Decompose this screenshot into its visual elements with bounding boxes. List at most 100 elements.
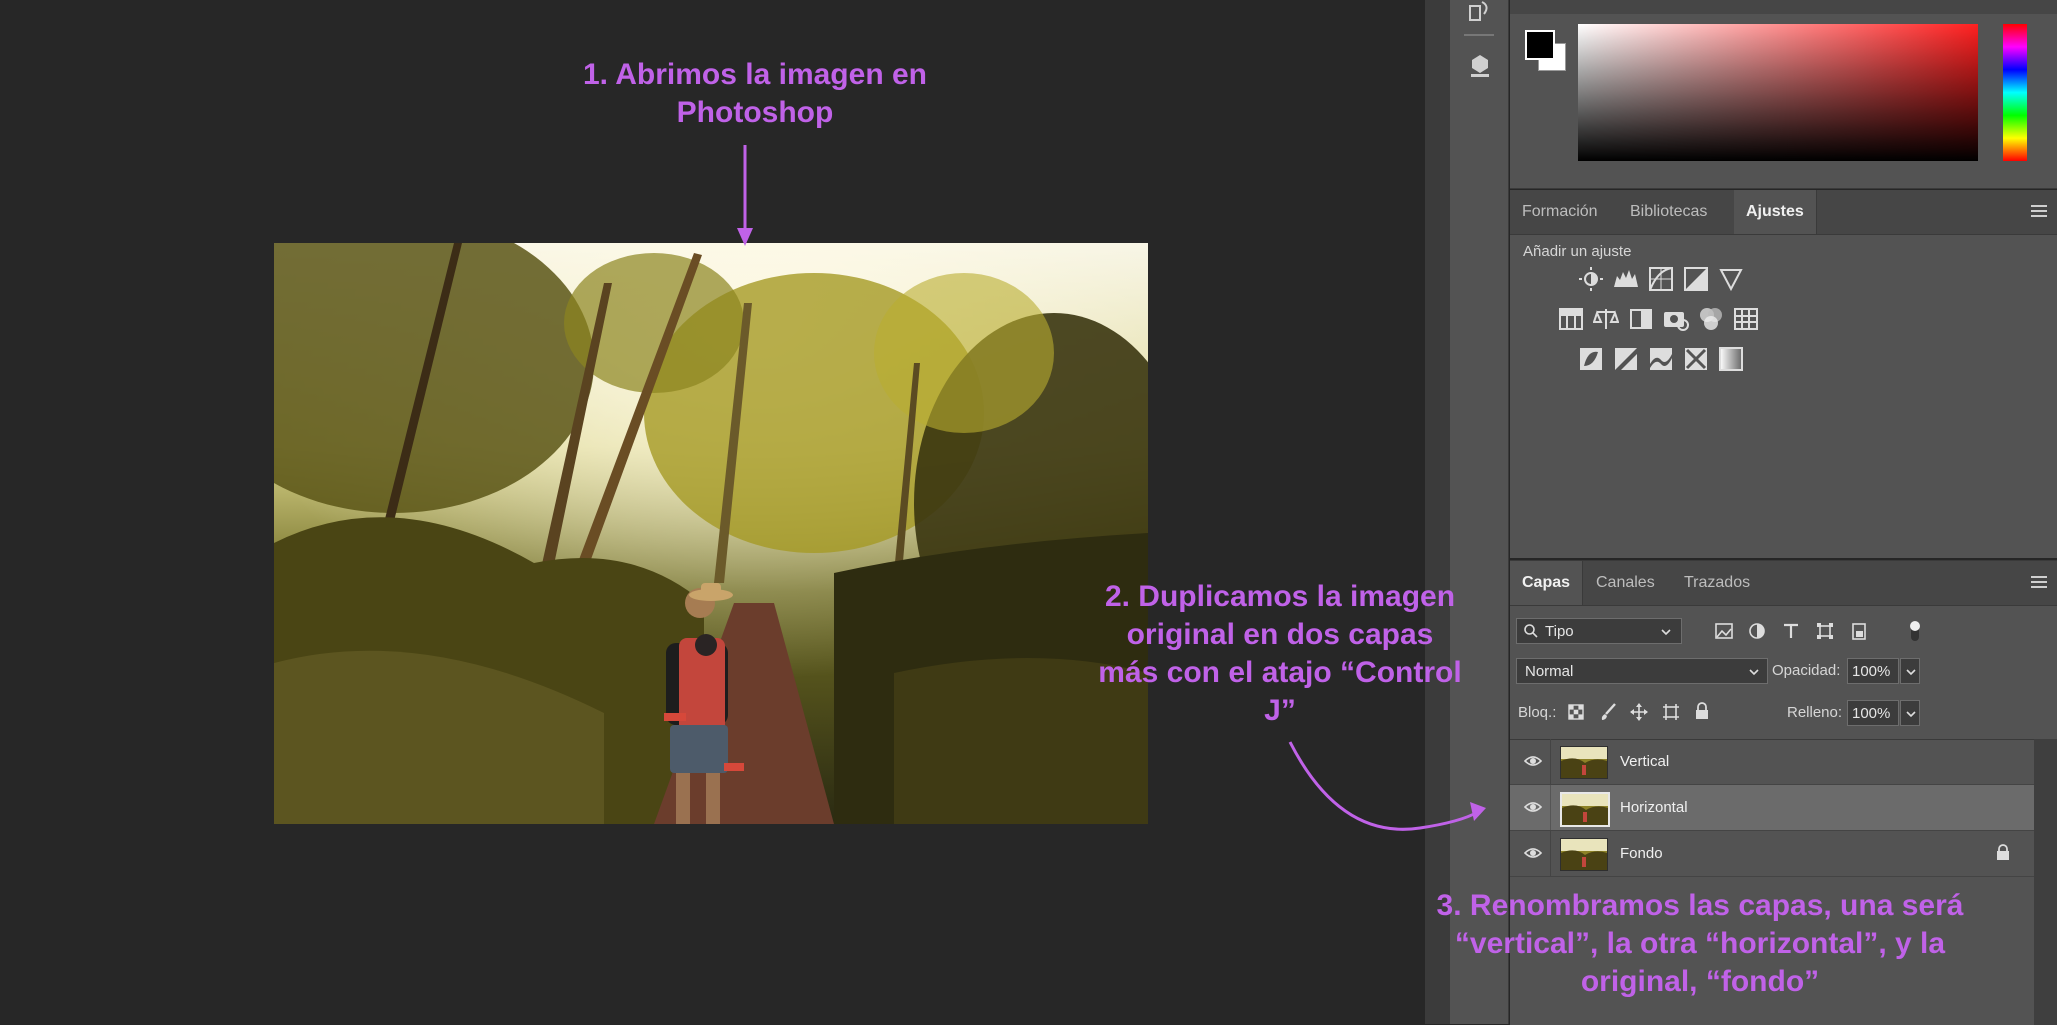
gradient-map-icon[interactable] bbox=[1718, 346, 1744, 372]
lock-all-icon[interactable] bbox=[1694, 702, 1710, 720]
adjustments-tabbar: Formación Bibliotecas Ajustes bbox=[1510, 190, 2057, 235]
layer-row-horizontal[interactable]: Horizontal bbox=[1510, 785, 2034, 831]
black-white-icon[interactable] bbox=[1628, 306, 1654, 332]
brightness-icon[interactable] bbox=[1578, 266, 1604, 292]
history-icon[interactable] bbox=[1468, 0, 1492, 22]
vibrance-icon[interactable] bbox=[1718, 266, 1744, 292]
posterize-icon[interactable] bbox=[1613, 346, 1639, 372]
hue-slider[interactable] bbox=[2003, 24, 2027, 161]
opacity-label: Opacidad: bbox=[1772, 662, 1841, 679]
opacity-dropdown[interactable] bbox=[1900, 658, 1920, 684]
layer-thumbnail bbox=[1560, 746, 1608, 779]
lock-brush-icon[interactable] bbox=[1600, 703, 1618, 721]
levels-icon[interactable] bbox=[1613, 266, 1639, 292]
annotation-step-3-line-2: “vertical”, la otra “horizontal”, y la bbox=[1454, 927, 1946, 960]
type-layer-filter-icon[interactable] bbox=[1782, 622, 1800, 640]
layers-scrollbar[interactable] bbox=[2034, 739, 2057, 1025]
divider bbox=[1550, 785, 1551, 830]
chevron-down-icon bbox=[1906, 669, 1916, 676]
color-balance-icon[interactable] bbox=[1593, 306, 1619, 332]
annotation-step-3: 3. Renombramos las capas, una será “vert… bbox=[1390, 887, 2010, 1001]
annotation-step-2-line-1: 2. Duplicamos la imagen bbox=[1104, 580, 1456, 613]
search-icon bbox=[1524, 624, 1538, 638]
color-lookup-icon[interactable] bbox=[1733, 306, 1759, 332]
layer-thumbnail bbox=[1560, 792, 1610, 827]
color-panel bbox=[1510, 0, 2057, 189]
document-canvas bbox=[0, 0, 1425, 1024]
selective-color-icon[interactable] bbox=[1683, 346, 1709, 372]
panel-menu-icon[interactable] bbox=[2031, 204, 2047, 218]
opacity-input[interactable]: 100% bbox=[1847, 658, 1899, 684]
layer-name-vertical[interactable]: Vertical bbox=[1620, 753, 1669, 770]
blend-mode-value: Normal bbox=[1525, 663, 1574, 680]
lock-label: Bloq.: bbox=[1518, 704, 1557, 721]
layer-name-fondo[interactable]: Fondo bbox=[1620, 845, 1663, 862]
lock-artboard-icon[interactable] bbox=[1662, 703, 1680, 721]
tab-bibliotecas[interactable]: Bibliotecas bbox=[1618, 190, 1719, 234]
fill-value: 100% bbox=[1852, 705, 1891, 722]
thumbnail-image bbox=[1561, 839, 1607, 870]
layer-name-horizontal[interactable]: Horizontal bbox=[1620, 799, 1688, 816]
annotation-step-1-line-1: 1. Abrimos la imagen en bbox=[583, 58, 927, 91]
forest-photo bbox=[274, 243, 1148, 824]
layers-tabbar: Capas Canales Trazados bbox=[1510, 561, 2057, 606]
tab-trazados[interactable]: Trazados bbox=[1672, 561, 1762, 605]
blend-mode-select[interactable]: Normal bbox=[1516, 658, 1768, 684]
channel-mixer-icon[interactable] bbox=[1698, 306, 1724, 332]
layers-menu-icon[interactable] bbox=[2031, 575, 2047, 589]
adjustment-layer-filter-icon[interactable] bbox=[1748, 622, 1766, 640]
lock-icon bbox=[1997, 844, 2009, 860]
annotation-step-1-line-2: Photoshop bbox=[676, 96, 834, 129]
layer-row-fondo[interactable]: Fondo bbox=[1510, 831, 2034, 877]
thumbnail-image bbox=[1561, 747, 1607, 778]
lock-transparency-icon[interactable] bbox=[1568, 704, 1584, 720]
adjustments-panel: Formación Bibliotecas Ajustes Añadir un … bbox=[1510, 190, 2057, 558]
panel-dock bbox=[1450, 0, 1509, 1024]
photo-filter-icon[interactable] bbox=[1663, 306, 1689, 332]
color-panel-tabbar bbox=[1510, 0, 2057, 14]
eye-icon[interactable] bbox=[1524, 752, 1542, 770]
smart-object-filter-icon[interactable] bbox=[1850, 622, 1868, 640]
foreground-color-swatch[interactable] bbox=[1525, 30, 1555, 60]
annotation-step-2-line-4: J” bbox=[1264, 694, 1296, 727]
divider bbox=[1550, 831, 1551, 876]
annotation-step-3-line-1: 3. Renombramos las capas, una será bbox=[1436, 889, 1964, 922]
filter-label: Tipo bbox=[1545, 623, 1574, 640]
color-picker-field[interactable] bbox=[1578, 24, 1978, 161]
divider bbox=[1550, 739, 1551, 784]
opacity-value: 100% bbox=[1852, 663, 1891, 680]
add-adjustment-heading: Añadir un ajuste bbox=[1523, 243, 1632, 260]
tab-canales[interactable]: Canales bbox=[1584, 561, 1667, 605]
chevron-down-icon bbox=[1749, 669, 1759, 676]
thumbnail-image bbox=[1562, 794, 1608, 825]
fill-input[interactable]: 100% bbox=[1847, 700, 1899, 726]
curves-icon[interactable] bbox=[1648, 266, 1674, 292]
forest-photo-graphic bbox=[274, 243, 1148, 824]
fill-dropdown[interactable] bbox=[1900, 700, 1920, 726]
threshold-icon[interactable] bbox=[1648, 346, 1674, 372]
toolbar-edge bbox=[1425, 0, 1450, 1024]
lock-move-icon[interactable] bbox=[1630, 703, 1648, 721]
filter-toggle-switch[interactable] bbox=[1908, 619, 1922, 643]
tab-capas[interactable]: Capas bbox=[1510, 561, 1584, 605]
3d-cube-icon[interactable] bbox=[1468, 52, 1492, 80]
exposure-icon[interactable] bbox=[1683, 266, 1709, 292]
chevron-down-icon bbox=[1661, 629, 1671, 636]
annotation-step-2-line-2: original en dos capas bbox=[1126, 618, 1434, 651]
layer-filter-select[interactable]: Tipo bbox=[1516, 618, 1682, 644]
annotation-step-3-line-3: original, “fondo” bbox=[1580, 965, 1820, 998]
annotation-step-2-line-3: más con el atajo “Control bbox=[1098, 656, 1462, 689]
dock-divider bbox=[1464, 34, 1494, 36]
hue-saturation-icon[interactable] bbox=[1558, 306, 1584, 332]
fill-label: Relleno: bbox=[1787, 704, 1843, 721]
shape-layer-filter-icon[interactable] bbox=[1816, 622, 1834, 640]
annotation-step-1: 1. Abrimos la imagen en Photoshop bbox=[500, 56, 1010, 132]
layer-thumbnail bbox=[1560, 838, 1608, 871]
tab-formacion[interactable]: Formación bbox=[1510, 190, 1610, 234]
tab-ajustes[interactable]: Ajustes bbox=[1734, 190, 1817, 234]
pixel-layer-filter-icon[interactable] bbox=[1714, 622, 1734, 640]
layer-row-vertical[interactable]: Vertical bbox=[1510, 739, 2034, 785]
eye-icon[interactable] bbox=[1524, 844, 1542, 862]
invert-icon[interactable] bbox=[1578, 346, 1604, 372]
eye-icon[interactable] bbox=[1524, 798, 1542, 816]
